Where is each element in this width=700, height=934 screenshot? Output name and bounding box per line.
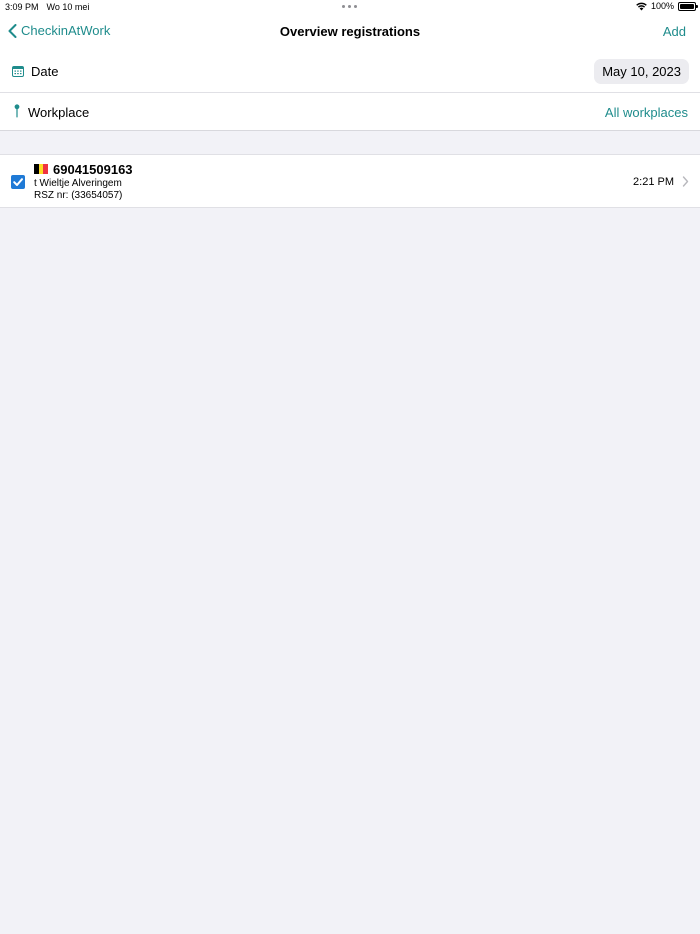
status-date: Wo 10 mei xyxy=(46,2,90,12)
date-label: Date xyxy=(31,64,59,79)
workplace-selector[interactable]: All workplaces xyxy=(605,105,688,120)
registration-rsz: RSZ nr: (33654057) xyxy=(34,190,123,201)
belgium-flag-icon xyxy=(34,164,49,174)
multitasking-dots-icon[interactable] xyxy=(342,5,357,8)
workplace-filter-row[interactable]: Workplace All workplaces xyxy=(0,94,700,131)
registration-time: 2:21 PM xyxy=(633,176,674,188)
registration-checkbox[interactable] xyxy=(11,175,25,189)
date-picker-button[interactable]: May 10, 2023 xyxy=(594,59,689,84)
registration-place: t Wieltje Alveringem xyxy=(34,178,122,189)
pin-icon xyxy=(14,104,20,118)
status-bar: 3:09 PM Wo 10 mei 100% xyxy=(0,0,700,14)
calendar-icon xyxy=(12,66,24,77)
add-button[interactable]: Add xyxy=(663,24,686,39)
status-time: 3:09 PM xyxy=(5,2,39,12)
battery-percent: 100% xyxy=(650,1,674,11)
chevron-right-icon xyxy=(682,176,689,187)
checkmark-icon xyxy=(13,178,23,186)
registration-number: 69041509163 xyxy=(53,162,133,177)
registration-row[interactable]: 69041509163 t Wieltje Alveringem RSZ nr:… xyxy=(0,154,700,208)
date-filter-row[interactable]: Date May 10, 2023 xyxy=(0,52,700,93)
wifi-icon xyxy=(636,2,647,10)
page-title: Overview registrations xyxy=(279,24,421,39)
workplace-label: Workplace xyxy=(28,105,90,120)
battery-icon xyxy=(678,1,698,11)
navigation-bar: CheckinAtWork Overview registrations Add xyxy=(0,14,700,50)
